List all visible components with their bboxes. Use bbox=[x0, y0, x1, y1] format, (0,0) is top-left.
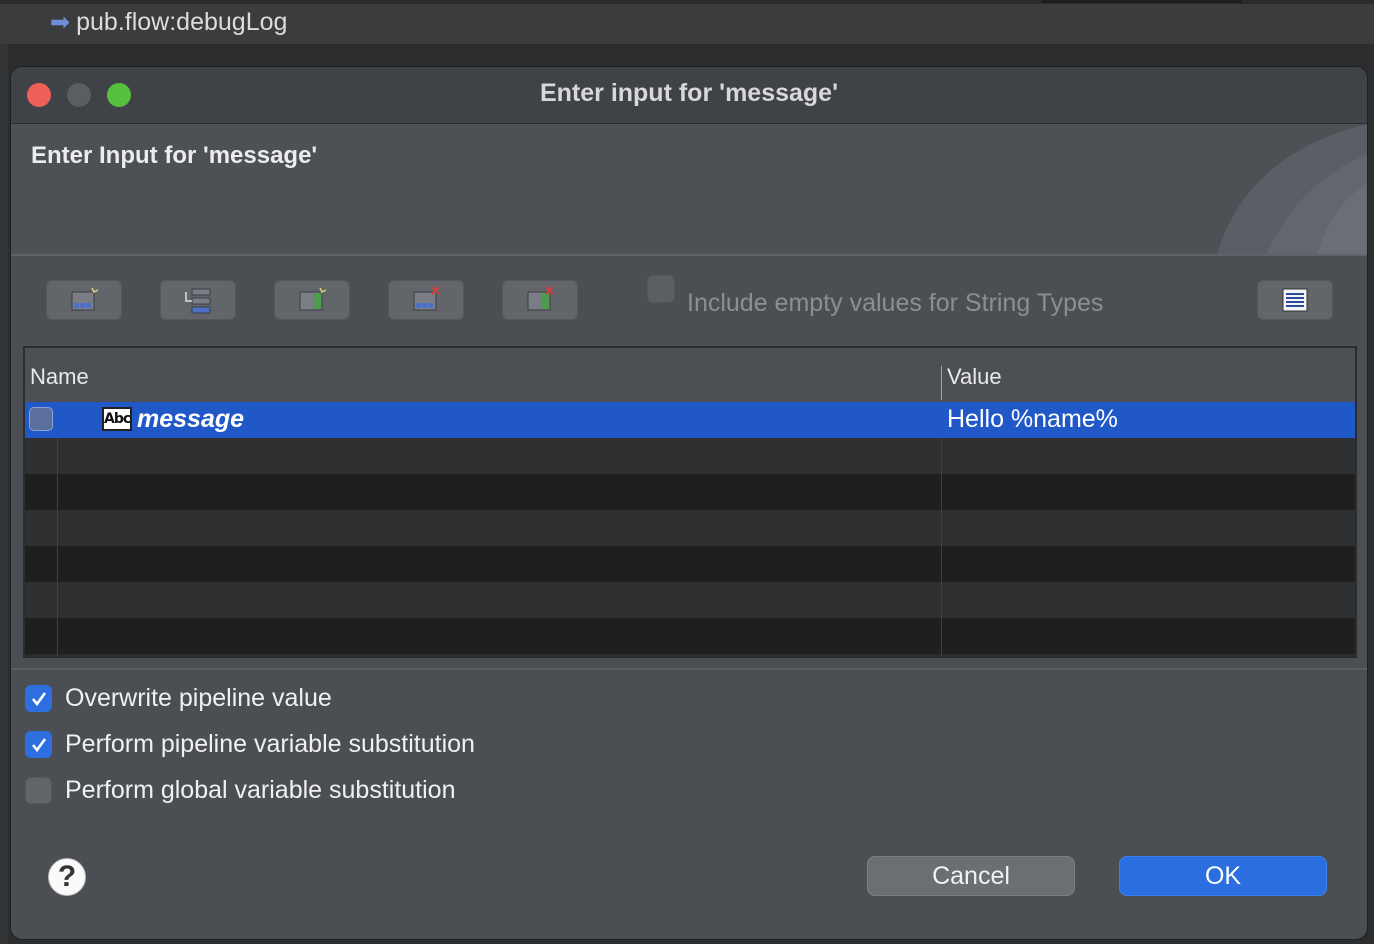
row-value[interactable]: Hello %name% bbox=[947, 405, 1118, 434]
checkbox-column-line bbox=[57, 438, 58, 656]
flow-step-label: pub.flow:debugLog bbox=[76, 8, 288, 36]
question-mark-icon: ? bbox=[57, 860, 77, 893]
add-group-icon bbox=[185, 288, 211, 314]
table-header: Name Value bbox=[25, 348, 1355, 403]
column-header-value[interactable]: Value bbox=[947, 364, 1002, 390]
banner-title: Enter Input for 'message' bbox=[31, 142, 318, 169]
invoke-arrow-icon: ➡ bbox=[50, 8, 71, 36]
table-toolbar: Include empty values for String Types bbox=[11, 267, 1367, 337]
help-button[interactable]: ? bbox=[48, 858, 86, 896]
pipeline-substitution-checkbox[interactable] bbox=[25, 731, 52, 758]
view-details-button[interactable] bbox=[1257, 280, 1333, 320]
table-row[interactable]: Abc message Hello %name% bbox=[25, 402, 1355, 438]
add-group-button[interactable] bbox=[160, 280, 236, 320]
overwrite-pipeline-checkbox[interactable] bbox=[25, 685, 52, 712]
column-header-name[interactable]: Name bbox=[30, 364, 89, 390]
delete-row-icon bbox=[413, 286, 440, 311]
editor-background: ➡ pub.flow:debugLog bbox=[0, 0, 1374, 44]
checkmark-icon bbox=[31, 737, 46, 752]
window-title: Enter input for 'message' bbox=[539, 79, 839, 107]
list-view-icon bbox=[1282, 288, 1308, 312]
insert-column-icon bbox=[299, 287, 327, 311]
global-substitution-label: Perform global variable substitution bbox=[65, 776, 456, 804]
delete-column-icon bbox=[527, 286, 554, 311]
flow-step-item[interactable]: ➡ pub.flow:debugLog bbox=[50, 8, 287, 37]
string-type-icon: Abc bbox=[102, 407, 132, 431]
empty-row bbox=[25, 546, 1355, 582]
banner-art-icon bbox=[1217, 124, 1367, 254]
insert-column-button[interactable] bbox=[274, 280, 350, 320]
column-separator[interactable] bbox=[941, 366, 942, 400]
editor-left-gutter bbox=[0, 44, 8, 944]
section-divider bbox=[11, 668, 1367, 670]
editor-tab-hint bbox=[1042, 0, 1242, 3]
row-checkbox[interactable] bbox=[29, 407, 53, 431]
row-name[interactable]: message bbox=[137, 405, 244, 434]
include-empty-checkbox[interactable] bbox=[647, 275, 675, 303]
global-substitution-checkbox[interactable] bbox=[25, 777, 52, 804]
checkmark-icon bbox=[31, 691, 46, 706]
input-dialog: Enter input for 'message' Enter Input fo… bbox=[10, 66, 1368, 940]
empty-row bbox=[25, 438, 1355, 474]
include-empty-label: Include empty values for String Types bbox=[687, 289, 1104, 317]
empty-row bbox=[25, 474, 1355, 510]
value-column-line bbox=[941, 438, 942, 656]
cancel-button[interactable]: Cancel bbox=[867, 856, 1075, 896]
title-bar: Enter input for 'message' bbox=[11, 67, 1367, 124]
delete-column-button[interactable] bbox=[502, 280, 578, 320]
empty-row bbox=[25, 618, 1355, 654]
pipeline-substitution-label: Perform pipeline variable substitution bbox=[65, 730, 475, 758]
empty-row bbox=[25, 510, 1355, 546]
global-substitution-option[interactable]: Perform global variable substitution bbox=[25, 776, 455, 805]
insert-row-button[interactable] bbox=[46, 280, 122, 320]
overwrite-pipeline-option[interactable]: Overwrite pipeline value bbox=[25, 684, 332, 713]
dialog-banner: Enter Input for 'message' bbox=[11, 124, 1367, 256]
overwrite-pipeline-label: Overwrite pipeline value bbox=[65, 684, 332, 712]
ok-button[interactable]: OK bbox=[1119, 856, 1327, 896]
input-table: Name Value Abc message Hello %name% bbox=[23, 346, 1357, 658]
empty-row bbox=[25, 582, 1355, 618]
pipeline-substitution-option[interactable]: Perform pipeline variable substitution bbox=[25, 730, 475, 759]
delete-row-button[interactable] bbox=[388, 280, 464, 320]
insert-row-icon bbox=[71, 287, 99, 311]
